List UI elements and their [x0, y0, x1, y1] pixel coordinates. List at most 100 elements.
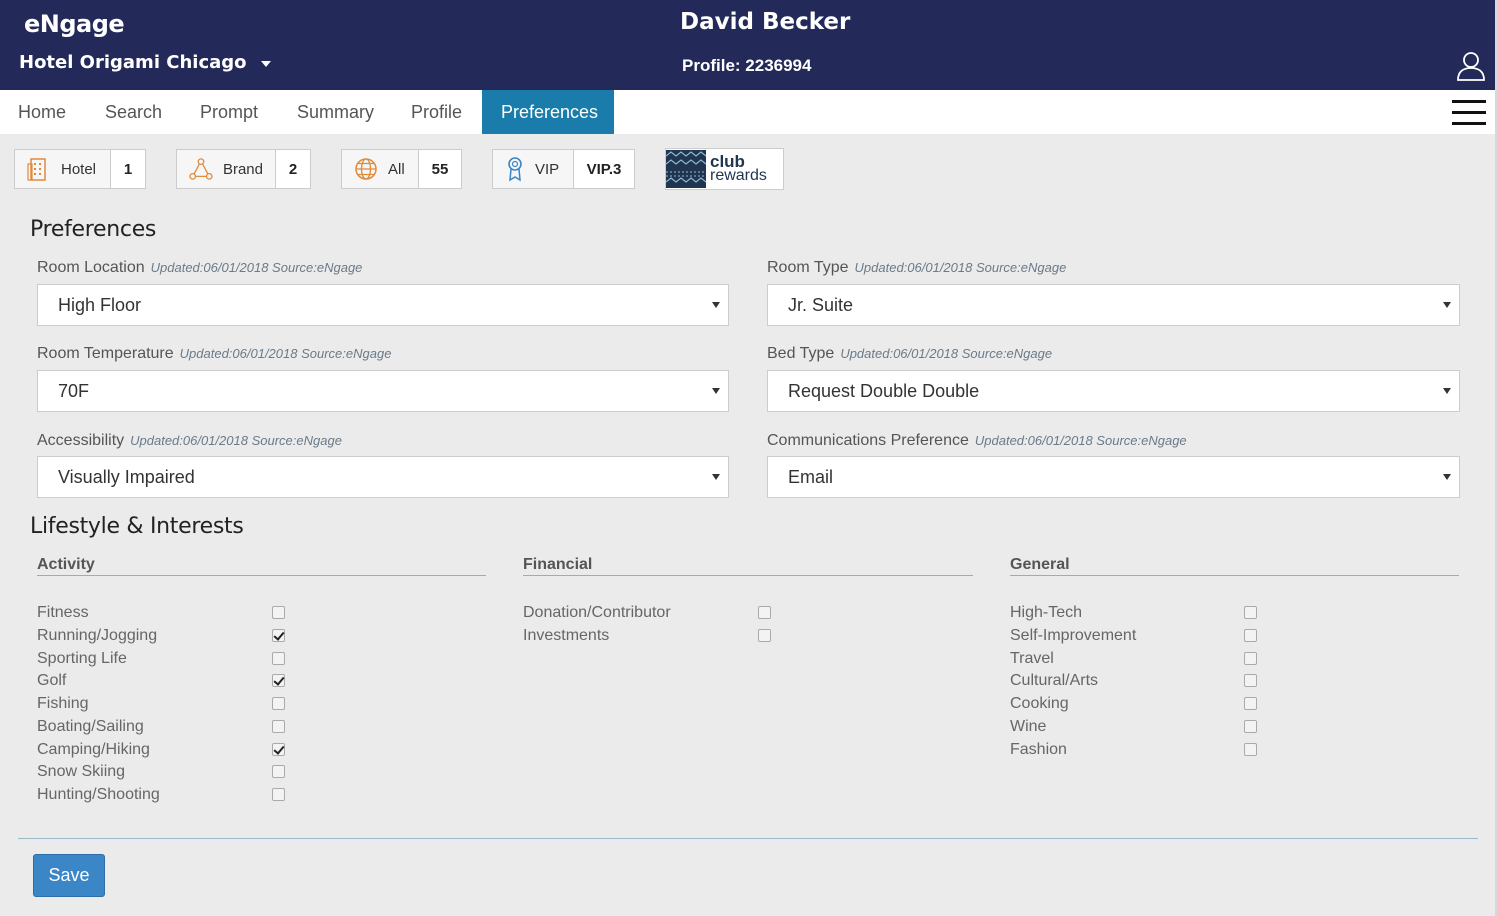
interest-label: Camping/Hiking [37, 740, 150, 758]
interest-checkbox[interactable] [1244, 651, 1257, 665]
brand-counter-label: Brand [222, 160, 263, 178]
interest-label: Hunting/Shooting [37, 786, 160, 803]
club-rewards-pattern-icon [666, 150, 706, 188]
room-temperature-updated: Updated:06/01/2018 Source:eNgage [179, 346, 392, 361]
dropdown-arrow-icon [712, 474, 720, 480]
bed-type-updated: Updated:06/01/2018 Source:eNgage [840, 346, 1053, 361]
interest-checkbox[interactable] [272, 742, 285, 756]
financial-heading: Financial [523, 556, 593, 573]
dropdown-arrow-icon [1443, 474, 1451, 480]
interest-checkbox[interactable] [272, 697, 285, 710]
activity-divider [37, 575, 486, 576]
interest-checkbox[interactable] [272, 788, 285, 801]
profile-number: Profile: 2236994 [682, 56, 812, 75]
accessibility-updated: Updated:06/01/2018 Source:eNgage [130, 433, 342, 448]
award-ribbon-icon [508, 157, 522, 182]
hotel-counter[interactable]: Hotel 1 [14, 149, 146, 189]
hotel-selector[interactable]: Hotel Origami Chicago [19, 52, 271, 73]
interest-checkbox[interactable] [1244, 628, 1257, 642]
lifestyle-heading: Lifestyle & Interests [30, 514, 244, 539]
globe-icon [355, 158, 377, 180]
interest-label: Travel [1010, 649, 1054, 667]
vip-counter-value: VIP.3 [574, 150, 634, 188]
vip-counter[interactable]: VIP VIP.3 [492, 149, 635, 189]
communications-preference-updated: Updated:06/01/2018 Source:eNgage [974, 433, 1187, 448]
save-button[interactable]: Save [33, 854, 105, 897]
room-type-label: Room Type Updated:06/01/2018 Source:eNgag… [767, 259, 1067, 276]
nav-profile[interactable]: Profile [411, 90, 462, 134]
dropdown-arrow-icon [1443, 302, 1451, 308]
nav-prompt[interactable]: Prompt [200, 90, 258, 134]
hamburger-menu-icon[interactable] [1452, 100, 1486, 126]
interest-checkbox[interactable] [1244, 742, 1257, 756]
interest-label: Cooking [1010, 695, 1069, 712]
interest-checkbox[interactable] [758, 606, 771, 619]
guest-name: David Becker [680, 9, 851, 35]
communications-preference-label: Communications Preference Updated:06/01/2… [767, 432, 1187, 449]
preferences-heading: Preferences [30, 217, 157, 242]
interest-label: Snow Skiing [37, 763, 126, 781]
vip-counter-label: VIP [535, 160, 560, 178]
general-divider [1010, 575, 1459, 576]
activity-heading: Activity [37, 556, 95, 573]
interest-checkbox[interactable] [1244, 606, 1257, 619]
nav-search[interactable]: Search [105, 90, 162, 134]
interest-checkbox[interactable] [1244, 674, 1257, 688]
interest-label: Running/Jogging [37, 626, 158, 644]
interest-label: Boating/Sailing [37, 717, 144, 735]
room-temperature-select[interactable]: 70F [37, 370, 729, 412]
interest-checkbox[interactable] [272, 628, 285, 642]
app-title: eNgage [24, 10, 125, 38]
room-location-label: Room Location Updated:06/01/2018 Source:e… [37, 259, 363, 276]
interest-checkbox[interactable] [272, 606, 285, 619]
user-icon[interactable] [1455, 50, 1487, 82]
brand-counter-value: 2 [276, 150, 310, 188]
main-nav: Home Search Prompt Summary Profile Prefe… [0, 90, 1497, 134]
room-temperature-label: Room Temperature Updated:06/01/2018 Sourc… [37, 345, 392, 362]
interest-label: Self-Improvement [1010, 626, 1137, 644]
interest-label: Fishing [37, 695, 89, 712]
nav-preferences[interactable]: Preferences [482, 90, 614, 134]
interest-label: Sporting Life [37, 649, 127, 667]
accessibility-select[interactable]: Visually Impaired [37, 456, 729, 498]
nav-summary[interactable]: Summary [297, 90, 374, 134]
all-counter[interactable]: All 55 [341, 149, 462, 189]
room-type-select[interactable]: Jr. Suite [767, 284, 1460, 326]
communications-preference-select[interactable]: Email [767, 456, 1460, 498]
interest-checkbox[interactable] [758, 628, 771, 642]
club-logo-word-2: rewards [710, 167, 767, 184]
interest-checkbox[interactable] [1244, 719, 1257, 733]
interest-checkbox[interactable] [1244, 697, 1257, 710]
interest-label: Wine [1010, 717, 1047, 735]
interest-label: Fashion [1010, 740, 1067, 758]
bed-type-select[interactable]: Request Double Double [767, 370, 1460, 412]
all-counter-label: All [388, 160, 405, 178]
nav-home[interactable]: Home [18, 90, 66, 134]
hotel-counter-value: 1 [111, 150, 145, 188]
building-icon [27, 158, 46, 181]
interest-checkbox[interactable] [272, 674, 285, 688]
interest-checkbox[interactable] [272, 765, 285, 779]
bed-type-label: Bed Type Updated:06/01/2018 Source:eNgage [767, 345, 1053, 362]
chevron-down-icon [260, 60, 271, 67]
brand-counter[interactable]: Brand 2 [176, 149, 311, 189]
financial-divider [523, 575, 973, 576]
club-rewards-logo: club rewards [665, 148, 784, 190]
interest-label: Donation/Contributor [523, 604, 671, 621]
room-type-updated: Updated:06/01/2018 Source:eNgage [854, 260, 1067, 275]
hotel-counter-label: Hotel [61, 160, 97, 178]
dropdown-arrow-icon [712, 388, 720, 394]
accessibility-label: Accessibility Updated:06/01/2018 Source:e… [37, 432, 342, 449]
interest-label: High-Tech [1010, 604, 1083, 621]
all-counter-value: 55 [419, 150, 461, 188]
room-location-updated: Updated:06/01/2018 Source:eNgage [150, 260, 363, 275]
footer-divider [18, 838, 1478, 839]
room-location-select[interactable]: High Floor [37, 284, 729, 326]
interest-checkbox[interactable] [272, 719, 285, 733]
hotel-name: Hotel Origami Chicago [19, 52, 247, 73]
interest-label: Investments [523, 626, 610, 644]
dropdown-arrow-icon [1443, 388, 1451, 394]
interest-label: Golf [37, 672, 67, 690]
interest-label: Fitness [37, 604, 89, 621]
interest-checkbox[interactable] [272, 651, 285, 665]
